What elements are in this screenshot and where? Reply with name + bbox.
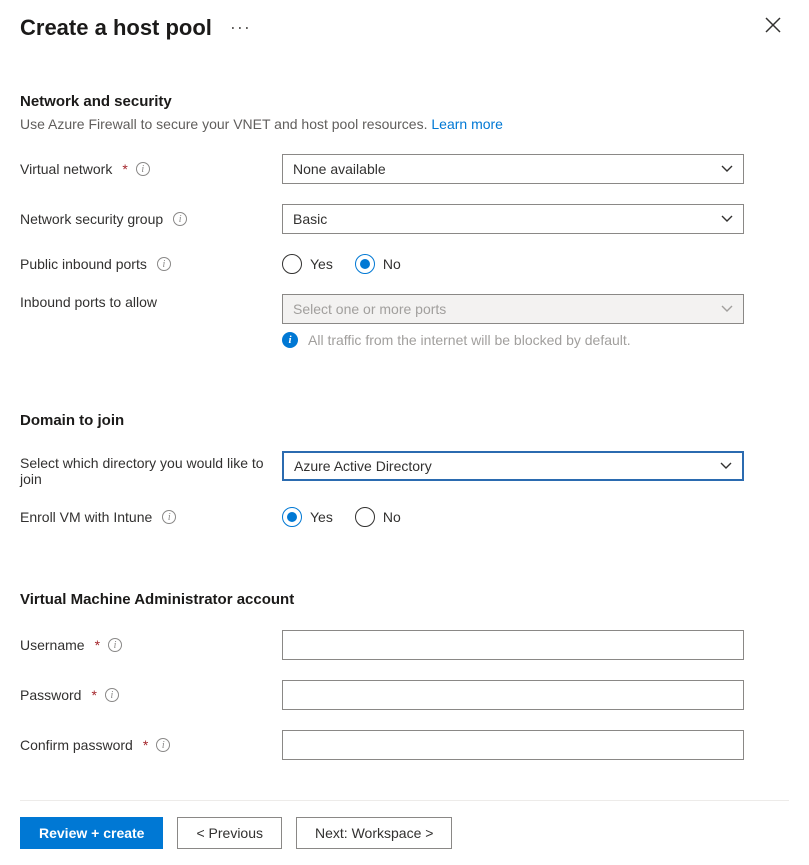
username-input[interactable] [282, 630, 744, 660]
page-header: Create a host pool ··· [20, 12, 789, 43]
confirm-password-input[interactable] [282, 730, 744, 760]
radio-icon [355, 507, 375, 527]
password-input[interactable] [282, 680, 744, 710]
pip-no-radio[interactable]: No [355, 254, 401, 274]
network-section-title: Network and security [20, 93, 789, 110]
more-actions-button[interactable]: ··· [230, 17, 251, 38]
info-icon[interactable]: i [108, 638, 122, 652]
vnet-select[interactable]: None available [282, 154, 744, 184]
required-asterisk: * [95, 637, 100, 653]
learn-more-link[interactable]: Learn more [431, 116, 503, 132]
required-asterisk: * [143, 737, 148, 753]
info-icon[interactable]: i [156, 738, 170, 752]
previous-button[interactable]: < Previous [177, 817, 282, 849]
close-icon [765, 17, 781, 33]
chevron-down-icon [721, 165, 733, 173]
username-label: Username * i [20, 637, 282, 653]
radio-icon [282, 254, 302, 274]
vnet-label: Virtual network * i [20, 161, 282, 177]
radio-icon [282, 507, 302, 527]
domain-section-title: Domain to join [20, 412, 789, 429]
pip-yes-radio[interactable]: Yes [282, 254, 333, 274]
directory-select[interactable]: Azure Active Directory [282, 451, 744, 481]
enroll-label: Enroll VM with Intune i [20, 509, 282, 525]
password-label: Password * i [20, 687, 282, 703]
radio-icon [355, 254, 375, 274]
enroll-no-radio[interactable]: No [355, 507, 401, 527]
review-create-button[interactable]: Review + create [20, 817, 163, 849]
enroll-yes-radio[interactable]: Yes [282, 507, 333, 527]
info-icon[interactable]: i [173, 212, 187, 226]
enroll-radio-group: Yes No [282, 507, 744, 527]
close-button[interactable] [757, 12, 789, 43]
ipta-hint: i All traffic from the internet will be … [282, 332, 744, 348]
nsg-select[interactable]: Basic [282, 204, 744, 234]
chevron-down-icon [721, 305, 733, 313]
nsg-label: Network security group i [20, 211, 282, 227]
required-asterisk: * [122, 161, 127, 177]
required-asterisk: * [91, 687, 96, 703]
page-title: Create a host pool [20, 15, 212, 41]
info-icon[interactable]: i [162, 510, 176, 524]
admin-section-title: Virtual Machine Administrator account [20, 591, 789, 608]
network-section-desc: Use Azure Firewall to secure your VNET a… [20, 116, 789, 132]
footer-bar: Review + create < Previous Next: Workspa… [20, 800, 789, 865]
chevron-down-icon [721, 215, 733, 223]
network-desc-text: Use Azure Firewall to secure your VNET a… [20, 116, 431, 132]
ipta-select: Select one or more ports [282, 294, 744, 324]
pip-label: Public inbound ports i [20, 256, 282, 272]
info-icon[interactable]: i [136, 162, 150, 176]
chevron-down-icon [720, 462, 732, 470]
info-icon[interactable]: i [157, 257, 171, 271]
directory-label: Select which directory you would like to… [20, 451, 282, 487]
ipta-label: Inbound ports to allow [20, 294, 282, 310]
info-icon[interactable]: i [105, 688, 119, 702]
confirm-password-label: Confirm password * i [20, 737, 282, 753]
info-filled-icon: i [282, 332, 298, 348]
next-button[interactable]: Next: Workspace > [296, 817, 452, 849]
pip-radio-group: Yes No [282, 254, 744, 274]
